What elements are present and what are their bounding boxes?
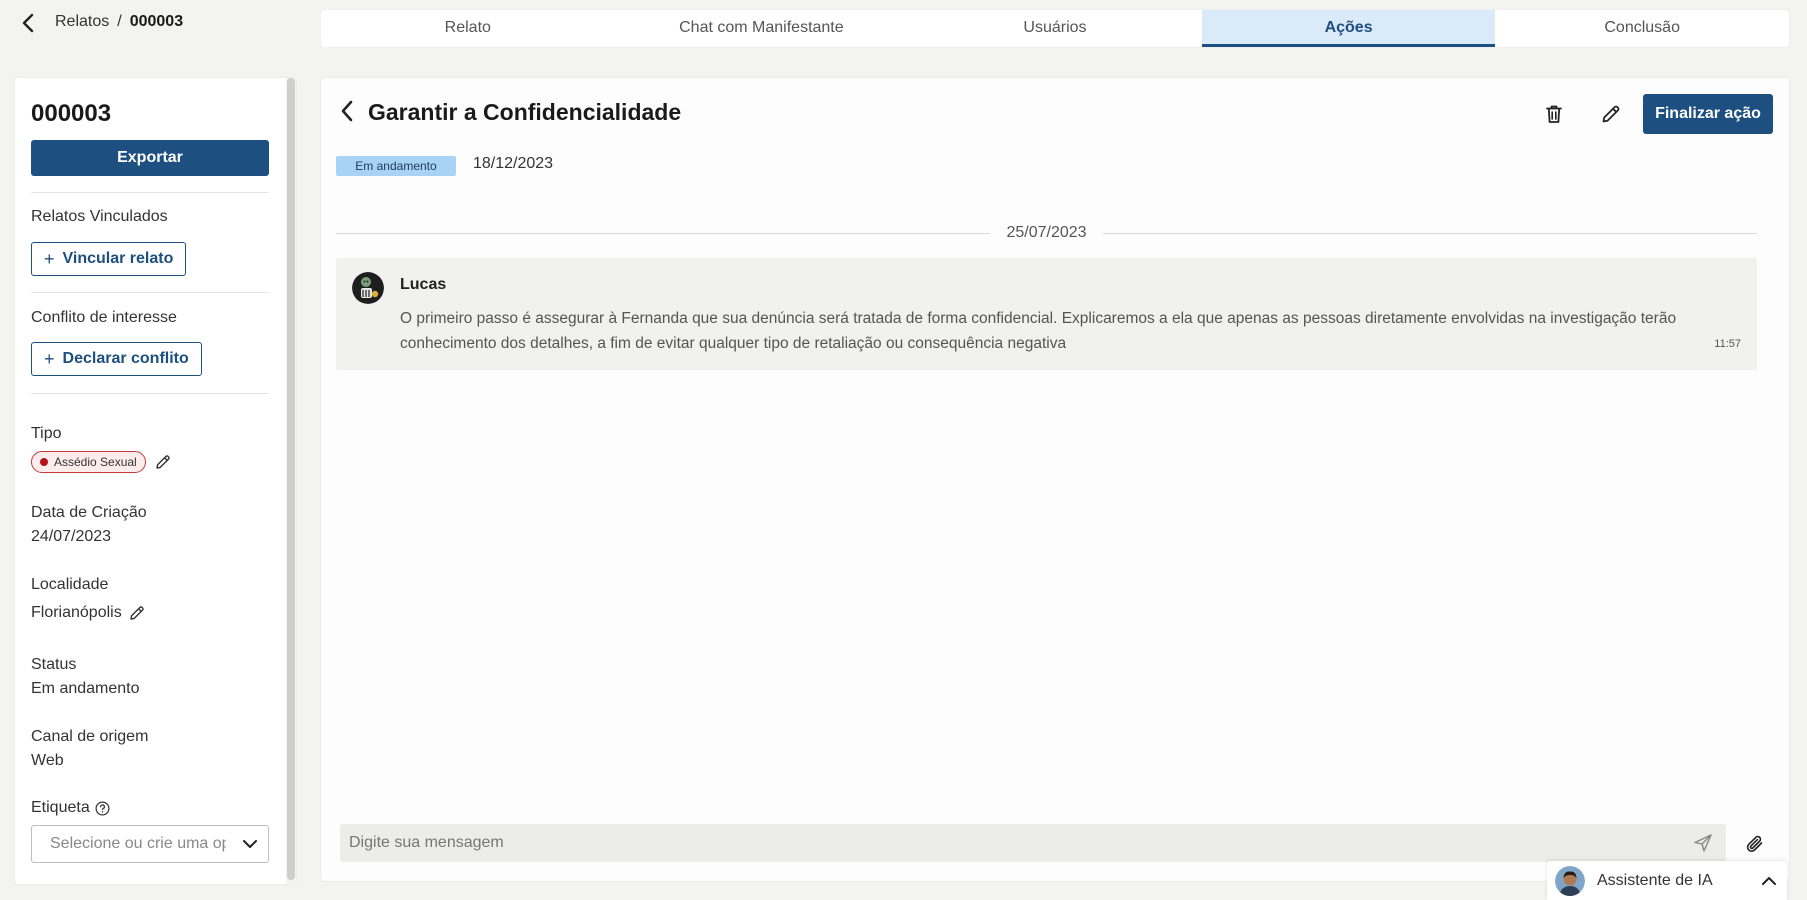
date-separator: 25/07/2023 [336, 223, 1758, 243]
plus-icon: + [44, 249, 55, 269]
tab-relato[interactable]: Relato [321, 10, 615, 47]
tab-chat-com-manifestante[interactable]: Chat com Manifestante [615, 10, 909, 47]
action-detail-panel: Garantir a Confidencialidade Finalizar a… [321, 78, 1789, 881]
divider [31, 393, 269, 394]
sidebar-scrollbar[interactable] [286, 78, 296, 884]
top-bar: Relatos / 000003 Relato Chat com Manifes… [0, 0, 1807, 50]
breadcrumb: Relatos / 000003 [55, 13, 183, 31]
declare-conflict-button-label: Declarar conflito [62, 350, 189, 367]
tab-usuarios[interactable]: Usuários [908, 10, 1202, 47]
divider [31, 192, 269, 193]
message-text: O primeiro passo é assegurar à Fernanda … [400, 310, 1677, 352]
origin-channel-label: Canal de origem [31, 728, 149, 745]
link-report-button[interactable]: + Vincular relato [31, 242, 187, 276]
created-date-label: Data de Criação [31, 504, 147, 521]
paperclip-icon [1746, 835, 1763, 852]
separator-line [336, 232, 991, 234]
message-item: Lucas O primeiro passo é assegurar à Fer… [336, 258, 1757, 370]
type-dot [40, 458, 48, 466]
type-row: Assédio Sexual [31, 451, 172, 473]
chevron-down-icon[interactable] [242, 839, 258, 849]
message-composer [340, 824, 1726, 862]
status-label: Status [31, 656, 77, 673]
action-title: Garantir a Confidencialidade [368, 99, 682, 125]
tag-label: Etiqueta [31, 799, 90, 816]
ai-assistant-bar[interactable]: Assistente de IA [1547, 861, 1787, 900]
declare-conflict-button[interactable]: + Declarar conflito [31, 342, 202, 376]
date-separator-label: 25/07/2023 [1006, 224, 1087, 241]
edit-action-button[interactable] [1596, 99, 1626, 129]
tag-label-row: Etiqueta [31, 799, 110, 817]
created-date-value: 24/07/2023 [31, 528, 112, 545]
separator-line [1102, 232, 1758, 234]
status-badge: Em andamento [336, 156, 456, 176]
message-input[interactable] [349, 834, 1690, 852]
tag-input[interactable] [50, 835, 226, 853]
linked-reports-label: Relatos Vinculados [31, 208, 168, 225]
question-circle-icon[interactable] [95, 801, 110, 816]
link-report-button-label: Vincular relato [62, 250, 174, 267]
attach-button[interactable] [1740, 829, 1770, 859]
report-sidebar: 000003 Exportar Relatos Vinculados + Vin… [15, 78, 296, 884]
status-value: Em andamento [31, 680, 140, 697]
breadcrumb-parent-link[interactable]: Relatos [55, 13, 109, 31]
breadcrumb-current: 000003 [129, 13, 184, 30]
back-button[interactable] [14, 10, 42, 36]
tab-conclusao[interactable]: Conclusão [1495, 10, 1789, 47]
plus-icon: + [44, 349, 55, 369]
user-avatar-image [352, 272, 384, 304]
type-value: Assédio Sexual [54, 455, 137, 469]
conflict-of-interest-label: Conflito de interesse [31, 309, 177, 326]
type-badge: Assédio Sexual [31, 451, 146, 473]
message-author: Lucas [400, 276, 447, 293]
avatar [352, 272, 384, 304]
type-label: Tipo [31, 425, 62, 442]
action-due-date: 18/12/2023 [473, 155, 554, 172]
tab-acoes[interactable]: Ações [1201, 10, 1496, 47]
tab-bar: Relato Chat com Manifestante Usuários Aç… [321, 10, 1789, 47]
chevron-left-icon [341, 100, 353, 122]
pencil-icon [130, 606, 144, 620]
edit-location-button[interactable] [128, 604, 146, 622]
location-label: Localidade [31, 576, 109, 593]
chevron-up-icon[interactable] [1761, 876, 1777, 886]
origin-channel-value: Web [31, 752, 64, 769]
send-icon [1694, 834, 1712, 852]
report-id: 000003 [31, 100, 112, 127]
export-button[interactable]: Exportar [31, 140, 269, 176]
chevron-left-icon [22, 13, 34, 33]
breadcrumb-separator: / [117, 13, 122, 30]
trash-icon [1546, 105, 1562, 123]
divider [31, 292, 269, 293]
sidebar-scrollbar-thumb[interactable] [287, 78, 295, 880]
pencil-icon [1602, 105, 1620, 123]
pencil-icon [156, 455, 170, 469]
tag-select[interactable] [31, 825, 269, 863]
ai-assistant-avatar [1555, 865, 1585, 896]
assistant-avatar-image [1555, 865, 1585, 896]
finish-action-button[interactable]: Finalizar ação [1643, 94, 1773, 134]
location-row: Florianópolis [31, 604, 146, 622]
send-button[interactable] [1690, 830, 1716, 856]
action-back-button[interactable] [336, 98, 358, 124]
location-value: Florianópolis [31, 604, 122, 621]
edit-type-button[interactable] [154, 453, 172, 471]
delete-action-button[interactable] [1539, 99, 1569, 129]
message-time: 11:57 [1714, 338, 1741, 350]
ai-assistant-label: Assistente de IA [1597, 871, 1713, 889]
